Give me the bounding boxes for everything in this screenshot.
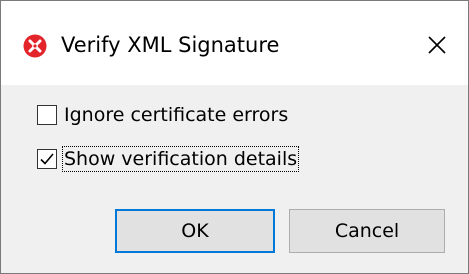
ignore-certificate-errors-checkbox[interactable]: [37, 105, 57, 125]
xml-signature-app-icon: [23, 34, 47, 58]
verify-xml-signature-dialog: Verify XML Signature Ignore certificate …: [0, 0, 469, 274]
close-icon: [428, 36, 446, 54]
option-ignore-certificate-errors[interactable]: Ignore certificate errors: [37, 101, 289, 129]
title-bar: Verify XML Signature: [1, 1, 468, 85]
close-button[interactable]: [419, 27, 455, 63]
dialog-title: Verify XML Signature: [61, 33, 280, 57]
show-verification-details-label: Show verification details: [61, 146, 300, 172]
cancel-button[interactable]: Cancel: [289, 209, 445, 253]
ignore-certificate-errors-label: Ignore certificate errors: [64, 104, 289, 126]
checkmark-icon: [40, 153, 54, 165]
option-show-verification-details[interactable]: Show verification details: [37, 145, 300, 173]
show-verification-details-checkbox[interactable]: [37, 149, 57, 169]
dialog-content: Ignore certificate errors Show verificat…: [1, 85, 468, 273]
ok-button[interactable]: OK: [115, 209, 275, 253]
